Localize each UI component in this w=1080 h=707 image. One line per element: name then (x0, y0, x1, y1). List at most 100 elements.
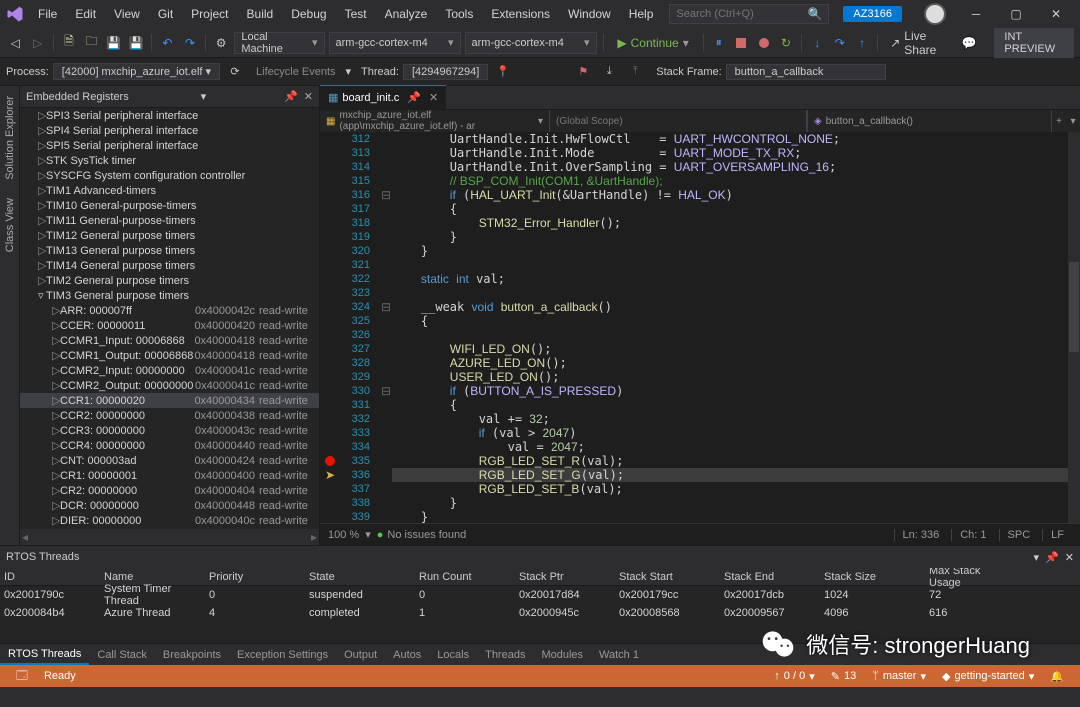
code-line[interactable]: 320 } (320, 244, 1080, 258)
code-line[interactable]: 321 (320, 258, 1080, 272)
bc-dropdown-icon[interactable]: ▾ (1066, 116, 1080, 127)
pending-edits[interactable]: ✎ 13 (823, 670, 864, 683)
ch-indicator[interactable]: Ch: 1 (951, 529, 994, 541)
code-line[interactable]: 331 { (320, 398, 1080, 412)
new-project-icon[interactable]: 🗎 (60, 32, 78, 54)
register-row[interactable]: ▷CCR1: 000000200x40000434read-write (20, 393, 319, 408)
lifecycle-events[interactable]: Lifecycle Events (256, 66, 335, 78)
code-line[interactable]: 337 RGB_LED_SET_B(val); (320, 482, 1080, 496)
cycle-icon[interactable]: ⟳ (224, 61, 246, 83)
bc-add-icon[interactable]: + (1052, 116, 1066, 127)
menu-debug[interactable]: Debug (283, 3, 334, 25)
lf-indicator[interactable]: LF (1042, 529, 1072, 541)
stop-icon[interactable] (732, 32, 750, 54)
code-line[interactable]: ➤336 RGB_LED_SET_G(val); (320, 468, 1080, 482)
bottom-tab-output[interactable]: Output (336, 646, 385, 664)
branch-indicator[interactable]: ᛘ master ▾ (864, 670, 934, 683)
menu-file[interactable]: File (30, 3, 65, 25)
tab-close-icon[interactable]: 📌 (407, 91, 421, 104)
code-line[interactable]: 335 RGB_LED_SET_R(val); (320, 454, 1080, 468)
code-line[interactable]: 319 } (320, 230, 1080, 244)
flag-icon[interactable]: ⚑ (572, 61, 594, 83)
menu-extensions[interactable]: Extensions (483, 3, 558, 25)
register-row[interactable]: ▷CCMR2_Input: 000000000x4000041cread-wri… (20, 363, 319, 378)
code-line[interactable]: 326 (320, 328, 1080, 342)
register-row[interactable]: ▷TIM10 General-purpose-timers (20, 198, 319, 213)
code-line[interactable]: 316⊟ if (HAL_UART_Init(&UartHandle) != H… (320, 188, 1080, 202)
minimize-button[interactable]: ─ (956, 0, 996, 28)
save-icon[interactable]: 💾 (105, 32, 123, 54)
register-row[interactable]: ▷CNT: 000003ad0x40000424read-write (20, 453, 319, 468)
register-row[interactable]: ▷TIM14 General purpose timers (20, 258, 319, 273)
tab-close-x[interactable]: ✕ (429, 91, 438, 104)
code-line[interactable]: 332 val += 32; (320, 412, 1080, 426)
register-row[interactable]: ▷CCER: 000000110x40000420read-write (20, 318, 319, 333)
config-icon[interactable]: ⚙ (212, 32, 230, 54)
undo-icon[interactable]: ↶ (158, 32, 176, 54)
user-avatar[interactable] (924, 3, 946, 25)
register-row[interactable]: ▷SPI5 Serial peripheral interface (20, 138, 319, 153)
menu-project[interactable]: Project (183, 3, 236, 25)
register-row[interactable]: ▷TIM12 General purpose timers (20, 228, 319, 243)
code-line[interactable]: 322 static int val; (320, 272, 1080, 286)
bottom-tab-watch-1[interactable]: Watch 1 (591, 646, 647, 664)
code-line[interactable]: 327 WIFI_LED_ON(); (320, 342, 1080, 356)
code-editor[interactable]: 312 UartHandle.Init.HwFlowCtl = UART_HWC… (320, 132, 1080, 523)
code-line[interactable]: 334 val = 2047; (320, 440, 1080, 454)
code-line[interactable]: 312 UartHandle.Init.HwFlowCtl = UART_HWC… (320, 132, 1080, 146)
thread-row[interactable]: 0x200084b4Azure Thread4completed10x20009… (0, 604, 1080, 622)
bc-scope[interactable]: (Global Scope) (550, 110, 807, 132)
code-line[interactable]: 317 { (320, 202, 1080, 216)
bottom-tab-autos[interactable]: Autos (385, 646, 429, 664)
process-selector[interactable]: [42000] mxchip_azure_iot.elf ▾ (53, 63, 220, 80)
register-row[interactable]: ▷SPI3 Serial peripheral interface (20, 108, 319, 123)
thread-flag-icon[interactable]: 📍 (492, 61, 514, 83)
menu-tools[interactable]: Tools (437, 3, 481, 25)
register-row[interactable]: ▷CCR2: 000000000x40000438read-write (20, 408, 319, 423)
register-row[interactable]: ▷CR2: 000000000x40000404read-write (20, 483, 319, 498)
up-icon[interactable]: ⤒ (624, 61, 646, 83)
open-icon[interactable]: 🗀 (82, 32, 100, 54)
code-line[interactable]: 329 USER_LED_ON(); (320, 370, 1080, 384)
redo-icon[interactable]: ↷ (181, 32, 199, 54)
register-row[interactable]: ▷DCR: 000000000x40000448read-write (20, 498, 319, 513)
step-over-icon[interactable]: ↷ (831, 32, 849, 54)
issues-text[interactable]: No issues found (387, 529, 466, 541)
register-row[interactable]: ▷ARR: 000007ff0x4000042cread-write (20, 303, 319, 318)
register-row[interactable]: ▷DIER: 000000000x4000040cread-write (20, 513, 319, 528)
register-row[interactable]: ▷CCR3: 000000000x4000043cread-write (20, 423, 319, 438)
ln-indicator[interactable]: Ln: 336 (894, 529, 948, 541)
restart-icon[interactable]: ↻ (777, 32, 795, 54)
step-out-icon[interactable]: ↑ (853, 32, 871, 54)
scroll-right-icon[interactable]: ▸ (311, 530, 317, 544)
live-share-button[interactable]: ↗ Live Share (884, 29, 956, 57)
continue-button[interactable]: ▶Continue▾ (609, 32, 696, 54)
spc-indicator[interactable]: SPC (999, 529, 1039, 541)
repo-indicator[interactable]: ◆ getting-started ▾ (934, 670, 1042, 683)
register-row[interactable]: ▷TIM13 General purpose timers (20, 243, 319, 258)
pin-icon-2[interactable]: 📌 (1045, 551, 1059, 564)
register-row[interactable]: ▷CR1: 000000010x40000400read-write (20, 468, 319, 483)
code-line[interactable]: 330⊟ if (BUTTON_A_IS_PRESSED) (320, 384, 1080, 398)
register-row[interactable]: ▷CCMR1_Output: 000068680x40000418read-wr… (20, 348, 319, 363)
step-into-icon[interactable]: ↓ (808, 32, 826, 54)
record-icon[interactable] (754, 32, 772, 54)
bottom-tab-threads[interactable]: Threads (477, 646, 533, 664)
register-row[interactable]: ▿TIM3 General purpose timers (20, 288, 319, 303)
class-view-tab[interactable]: Class View (2, 192, 18, 258)
editor-tab-active[interactable]: ▦ board_init.c 📌 ✕ (320, 85, 446, 109)
bottom-tab-call-stack[interactable]: Call Stack (89, 646, 155, 664)
zoom-level[interactable]: 100 % (328, 529, 359, 541)
notifications-icon[interactable]: 🔔 (1042, 670, 1072, 683)
register-row[interactable]: ▷DMAR: 000000010x4000044cread-write (20, 528, 319, 529)
bc-function[interactable]: ◈button_a_callback() (807, 110, 1052, 132)
code-line[interactable]: 318 STM32_Error_Handler(); (320, 216, 1080, 230)
register-row[interactable]: ▷CCMR1_Input: 000068680x40000418read-wri… (20, 333, 319, 348)
menu-git[interactable]: Git (150, 3, 181, 25)
dropdown-chevron-icon[interactable]: ▾ (201, 90, 207, 103)
menu-build[interactable]: Build (239, 3, 282, 25)
menu-test[interactable]: Test (337, 3, 375, 25)
code-line[interactable]: 328 AZURE_LED_ON(); (320, 356, 1080, 370)
close-button[interactable]: ✕ (1036, 0, 1076, 28)
code-line[interactable]: 314 UartHandle.Init.OverSampling = UART_… (320, 160, 1080, 174)
